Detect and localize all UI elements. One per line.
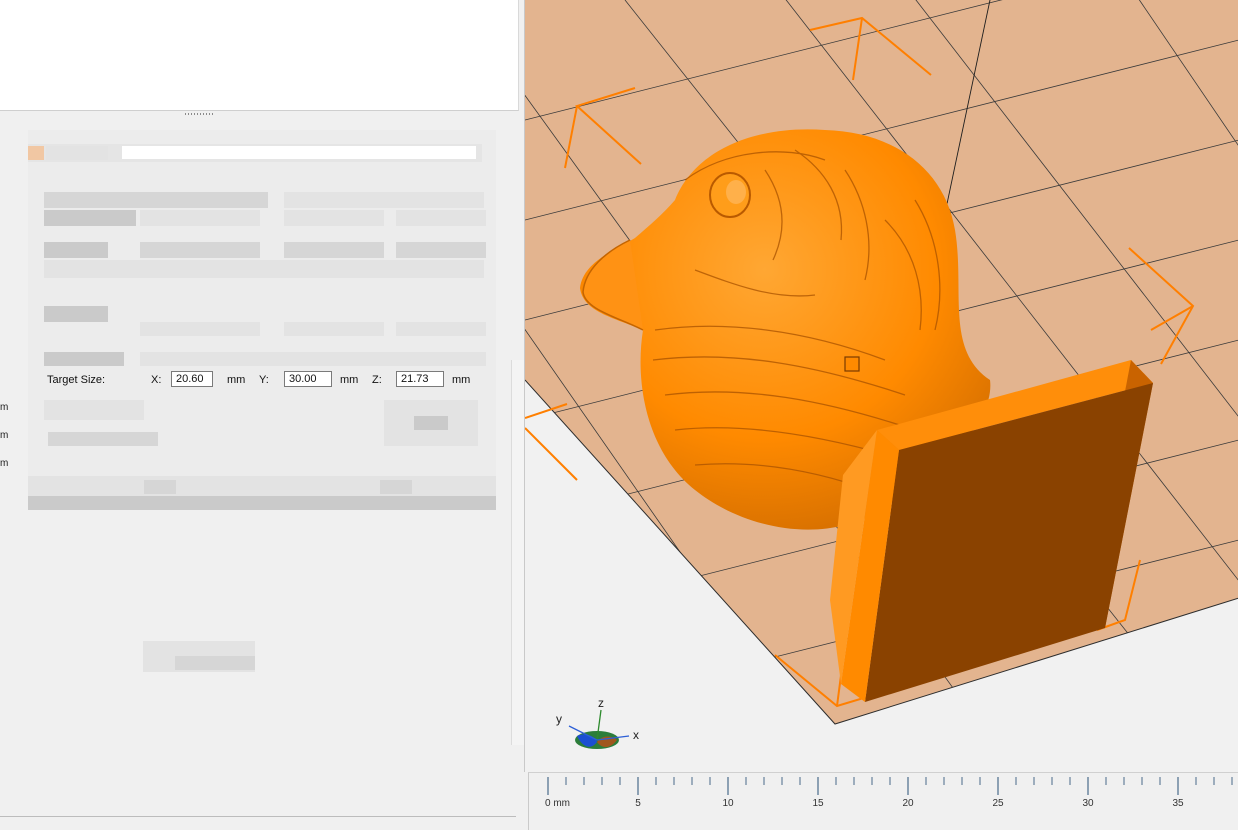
panel-splitter[interactable] <box>0 111 520 119</box>
splitter-grip-icon <box>185 113 215 115</box>
3d-viewport[interactable]: z y x <box>524 0 1238 772</box>
target-size-y-input[interactable] <box>284 371 332 387</box>
blurred-field <box>140 210 260 226</box>
ruler-tick-label: 15 <box>812 798 824 809</box>
blurred-label <box>44 210 136 226</box>
ruler-tick-label: 25 <box>992 798 1004 809</box>
blurred-field <box>140 322 260 336</box>
obscured-unit-column: m m m <box>0 380 14 490</box>
axis-triad <box>568 709 630 749</box>
horizontal-ruler: 0 mm 5 10 15 20 25 30 35 <box>528 772 1238 830</box>
blurred-field <box>284 242 384 258</box>
blurred-row <box>140 352 486 366</box>
axis-z-label: z <box>598 696 604 710</box>
z-unit-label: mm <box>452 374 471 386</box>
blurred-row <box>44 260 484 278</box>
target-size-label: Target Size: <box>47 374 106 386</box>
ruler-scale: 0 mm 5 10 15 20 25 30 35 <box>545 777 1233 809</box>
ruler-tick-label: 5 <box>635 798 641 809</box>
blurred-field <box>396 242 486 258</box>
blurred-label <box>44 306 108 322</box>
ruler-tick-label: 20 <box>902 798 914 809</box>
blurred-button-label <box>175 656 255 670</box>
target-size-z-input[interactable] <box>396 371 444 387</box>
blurred-footer <box>28 476 496 496</box>
y-label: Y: <box>259 374 269 386</box>
ruler-tick-label: 35 <box>1172 798 1184 809</box>
blurred-title-text <box>46 146 108 160</box>
blurred-field <box>140 242 260 258</box>
app-icon <box>28 146 44 160</box>
blurred-field <box>284 322 384 336</box>
y-unit-label: mm <box>340 374 359 386</box>
blurred-cancel-button[interactable] <box>380 480 412 494</box>
blurred-label <box>48 432 158 446</box>
axis-x-label: x <box>633 728 639 742</box>
blurred-button-label <box>414 416 448 430</box>
blurred-field <box>284 210 384 226</box>
blurred-field <box>396 210 486 226</box>
blurred-label <box>44 352 124 366</box>
x-label: X: <box>151 374 162 386</box>
scale-dialog: Target Size: X: mm Y: mm Z: mm <box>28 130 496 510</box>
panel-bottom-border <box>0 816 516 817</box>
ruler-tick-label: 0 mm <box>545 798 570 809</box>
blurred-checkbox[interactable] <box>44 400 144 420</box>
ruler-tick-label: 10 <box>722 798 734 809</box>
blurred-title-field <box>122 146 476 159</box>
ruler-tick-label: 30 <box>1082 798 1094 809</box>
unit-label: m <box>0 458 9 469</box>
blurred-header-row <box>284 192 484 208</box>
gizmo-handle[interactable] <box>844 356 860 372</box>
blurred-header-row <box>44 192 268 208</box>
panel-scrollbar[interactable] <box>511 360 524 745</box>
viewport-canvas[interactable] <box>525 0 1238 772</box>
target-size-row: Target Size: X: mm Y: mm Z: mm <box>47 370 487 392</box>
blurred-field <box>396 322 486 336</box>
target-size-x-input[interactable] <box>171 371 213 387</box>
axis-y-label: y <box>556 712 562 726</box>
blurred-ok-button[interactable] <box>144 480 176 494</box>
object-list-area[interactable] <box>0 0 519 111</box>
dialog-shadow <box>28 496 496 510</box>
z-label: Z: <box>372 374 382 386</box>
unit-label: m <box>0 430 9 441</box>
blurred-label <box>44 242 108 258</box>
x-unit-label: mm <box>227 374 246 386</box>
unit-label: m <box>0 402 9 413</box>
